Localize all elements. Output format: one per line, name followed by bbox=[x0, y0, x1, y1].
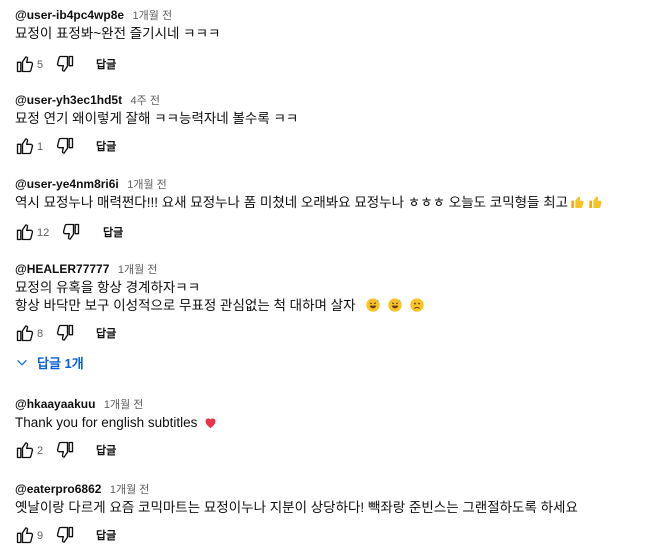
comment-actions: 5 답글 bbox=[15, 54, 215, 76]
comment-text: Thank you for english subtitles bbox=[15, 414, 218, 432]
grinning-sweat-emoji bbox=[366, 298, 380, 312]
thumbs-up-emoji bbox=[589, 196, 602, 208]
comment-text: 옛날이랑 다르게 요즘 코믹마트는 묘정이누나 지분이 상당하다! 빽좌랑 준빈… bbox=[15, 499, 578, 517]
comment-actions: 9 답글 bbox=[15, 525, 215, 547]
comment-meta: @HEALER77777 1개월 전 bbox=[15, 261, 157, 277]
comment-text-span: Thank you for english subtitles bbox=[15, 415, 198, 430]
reply-button[interactable]: 답글 bbox=[103, 225, 123, 241]
like-icon[interactable] bbox=[15, 136, 35, 156]
comment-actions: 12 답글 bbox=[15, 222, 215, 244]
comment-time[interactable]: 1개월 전 bbox=[118, 264, 158, 276]
comment-text-line: 묘정이 표정봐~완전 즐기시네 ㅋㅋㅋ bbox=[15, 26, 221, 41]
comment-text-line: 옛날이랑 다르게 요즘 코믹마트는 묘정이누나 지분이 상당하다! 빽좌랑 준빈… bbox=[15, 500, 578, 515]
like-icon[interactable] bbox=[15, 525, 35, 545]
comment-time[interactable]: 1개월 전 bbox=[104, 399, 144, 411]
comment-author[interactable]: @user-ye4nm8ri6i bbox=[15, 177, 119, 191]
dislike-icon[interactable] bbox=[55, 323, 75, 343]
view-replies-button[interactable]: 답글 1개 bbox=[15, 354, 84, 374]
comment-text-span: 역시 묘정누나 매력쩐다!!! 요새 묘정누나 폼 미쳤네 오래봐요 묘정누나 … bbox=[15, 195, 569, 210]
like-count: 5 bbox=[37, 59, 44, 71]
comment-text: 묘정이 표정봐~완전 즐기시네 ㅋㅋㅋ bbox=[15, 25, 220, 43]
reply-button[interactable]: 답글 bbox=[96, 57, 116, 73]
reply-button[interactable]: 답글 bbox=[96, 326, 116, 342]
comment-author[interactable]: @HEALER77777 bbox=[15, 262, 109, 276]
like-count: 2 bbox=[37, 445, 44, 457]
comment-meta: @user-yh3ec1hd5t 4주 전 bbox=[15, 92, 160, 108]
like-icon[interactable] bbox=[15, 222, 35, 242]
like-icon[interactable] bbox=[15, 323, 35, 343]
like-icon[interactable] bbox=[15, 54, 35, 74]
sad-face-emoji bbox=[410, 298, 424, 312]
comment-text: 묘정 연기 왜이렇게 잘해 ㅋㅋ능력자네 볼수록 ㅋㅋ bbox=[15, 110, 298, 128]
view-replies-label: 답글 1개 bbox=[37, 356, 84, 371]
thumbs-up-emoji bbox=[571, 196, 584, 208]
comment-text-line: 역시 묘정누나 매력쩐다!!! 요새 묘정누나 폼 미쳤네 오래봐요 묘정누나 … bbox=[15, 194, 604, 212]
dislike-icon[interactable] bbox=[55, 440, 75, 460]
like-icon[interactable] bbox=[15, 440, 35, 460]
like-count: 12 bbox=[37, 227, 50, 239]
red-heart-emoji bbox=[205, 418, 216, 429]
comment-meta: @user-ib4pc4wp8e 1개월 전 bbox=[15, 7, 172, 23]
comment-time[interactable]: 1개월 전 bbox=[127, 179, 167, 191]
comment-author[interactable]: @user-yh3ec1hd5t bbox=[15, 93, 122, 107]
grinning-sweat-emoji bbox=[388, 298, 402, 312]
comment-text: 묘정의 유혹을 항상 경계하자ㅋㅋ 항상 바닥만 보구 이성적으로 무표정 관심… bbox=[15, 279, 425, 315]
comment-text: 역시 묘정누나 매력쩐다!!! 요새 묘정누나 폼 미쳤네 오래봐요 묘정누나 … bbox=[15, 194, 604, 212]
comment-time[interactable]: 1개월 전 bbox=[110, 484, 150, 496]
comment-author[interactable]: @eaterpro6862 bbox=[15, 482, 101, 496]
comment-text-line: 항상 바닥만 보구 이성적으로 무표정 관심없는 척 대하며 살자 bbox=[15, 297, 425, 315]
reply-button[interactable]: 답글 bbox=[96, 443, 116, 459]
comment-meta: @eaterpro6862 1개월 전 bbox=[15, 481, 149, 497]
comment-actions: 2 답글 bbox=[15, 440, 215, 462]
like-count: 1 bbox=[37, 141, 44, 153]
comment-text-line: 묘정 연기 왜이렇게 잘해 ㅋㅋ능력자네 볼수록 ㅋㅋ bbox=[15, 111, 299, 126]
comment-actions: 1 답글 bbox=[15, 136, 215, 158]
comment-actions: 8 답글 bbox=[15, 323, 215, 345]
comment-text-line: Thank you for english subtitles bbox=[15, 414, 218, 432]
comment-text-span: 항상 바닥만 보구 이성적으로 무표정 관심없는 척 대하며 살자 bbox=[15, 298, 356, 313]
comment-time[interactable]: 1개월 전 bbox=[133, 10, 173, 22]
chevron-down-icon bbox=[17, 360, 27, 366]
dislike-icon[interactable] bbox=[55, 136, 75, 156]
comment-author[interactable]: @hkaayaakuu bbox=[15, 397, 95, 411]
dislike-icon[interactable] bbox=[55, 525, 75, 545]
reply-button[interactable]: 답글 bbox=[96, 528, 116, 544]
comment-meta: @hkaayaakuu 1개월 전 bbox=[15, 396, 143, 412]
comment-time[interactable]: 4주 전 bbox=[131, 95, 160, 107]
reply-button[interactable]: 답글 bbox=[96, 139, 116, 155]
dislike-icon[interactable] bbox=[61, 222, 81, 242]
comment-author[interactable]: @user-ib4pc4wp8e bbox=[15, 8, 124, 22]
comment-text-line: 묘정의 유혹을 항상 경계하자ㅋㅋ bbox=[15, 280, 201, 295]
like-count: 8 bbox=[37, 328, 44, 340]
like-count: 9 bbox=[37, 530, 44, 542]
comment-meta: @user-ye4nm8ri6i 1개월 전 bbox=[15, 176, 167, 192]
dislike-icon[interactable] bbox=[55, 54, 75, 74]
